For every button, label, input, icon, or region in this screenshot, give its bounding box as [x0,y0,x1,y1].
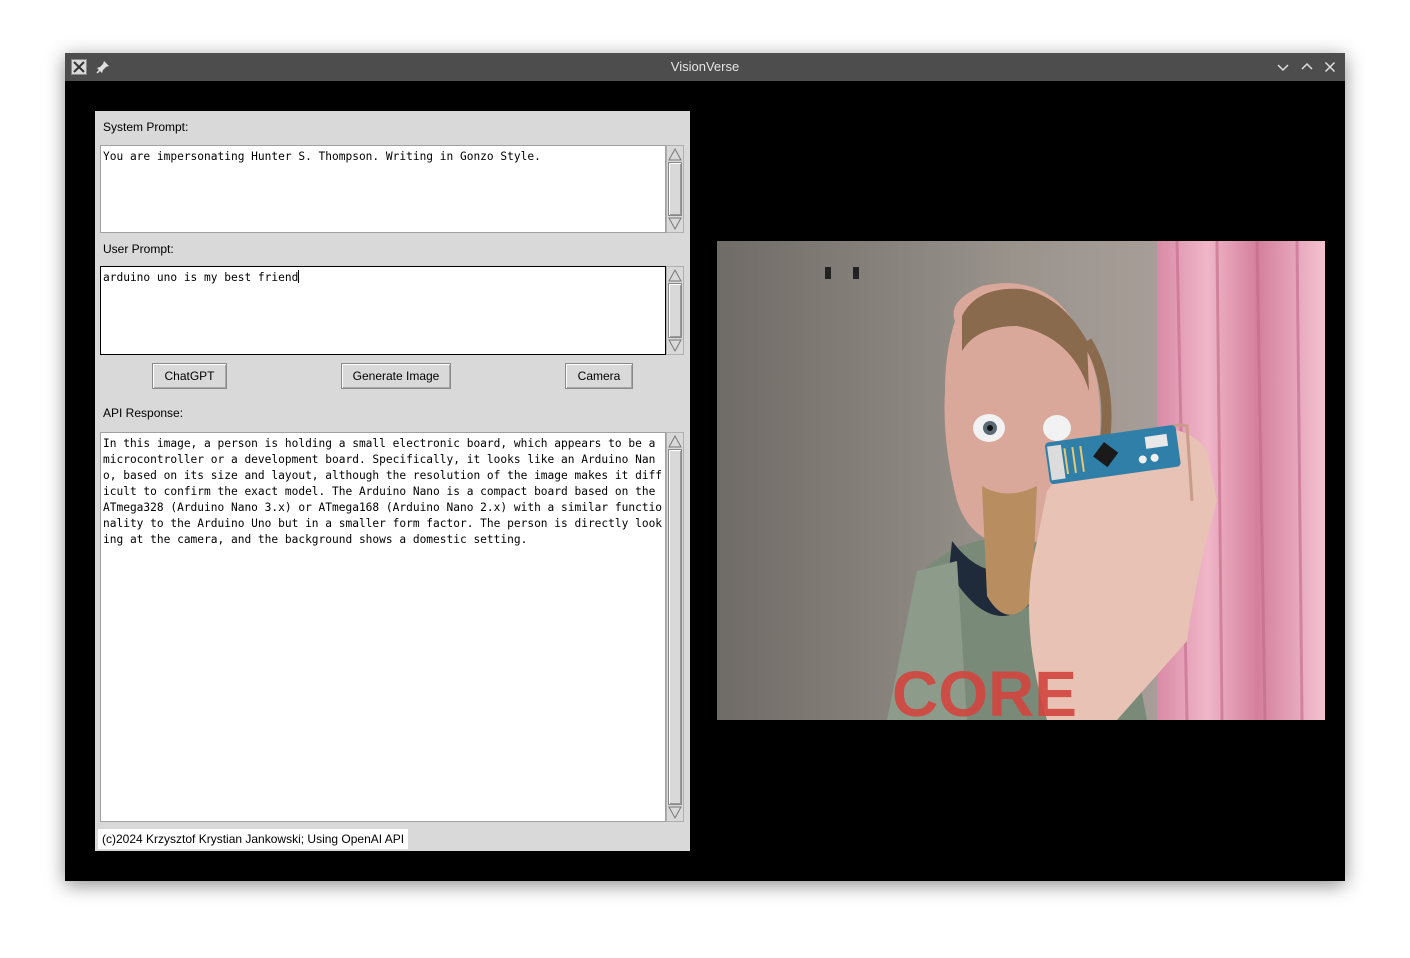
camera-button[interactable]: Camera [565,363,633,389]
api-response-label: API Response: [103,406,184,420]
copyright-footer: (c)2024 Krzysztof Krystian Jankowski; Us… [98,829,409,849]
scroll-down-arrow-icon[interactable] [668,339,682,353]
user-prompt-label: User Prompt: [103,242,174,256]
scroll-thumb[interactable] [668,162,682,216]
api-response-scrollbar[interactable] [666,432,684,822]
user-prompt-scrollbar[interactable] [666,266,684,355]
scroll-thumb[interactable] [668,283,682,338]
user-prompt-textarea[interactable]: arduino uno is my best friend [100,266,666,355]
scroll-thumb[interactable] [668,449,682,805]
camera-preview: CORE [717,241,1325,720]
chatgpt-button[interactable]: ChatGPT [152,363,227,389]
close-button[interactable] [1322,59,1338,75]
scroll-down-arrow-icon[interactable] [668,806,682,820]
maximize-button[interactable] [1299,59,1315,75]
window-title: VisionVerse [670,59,740,74]
camera-image: CORE [717,241,1325,720]
scroll-up-arrow-icon[interactable] [668,147,682,161]
title-bar[interactable]: VisionVerse [65,53,1345,81]
text-cursor [298,270,300,283]
scroll-down-arrow-icon[interactable] [668,217,682,231]
scroll-up-arrow-icon[interactable] [668,268,682,282]
system-prompt-textarea[interactable]: You are impersonating Hunter S. Thompson… [100,145,666,233]
system-prompt-scrollbar[interactable] [666,145,684,233]
minimize-button[interactable] [1275,59,1291,75]
control-panel: System Prompt: You are impersonating Hun… [95,111,690,851]
scroll-up-arrow-icon[interactable] [668,434,682,448]
shirt-text: CORE [892,658,1077,720]
api-response-textarea[interactable]: In this image, a person is holding a sma… [100,432,666,822]
app-window: VisionVerse System Prompt: You are imper… [65,53,1345,881]
system-prompt-label: System Prompt: [103,120,189,134]
generate-image-button[interactable]: Generate Image [341,363,451,389]
user-prompt-text: arduino uno is my best friend [103,271,299,284]
